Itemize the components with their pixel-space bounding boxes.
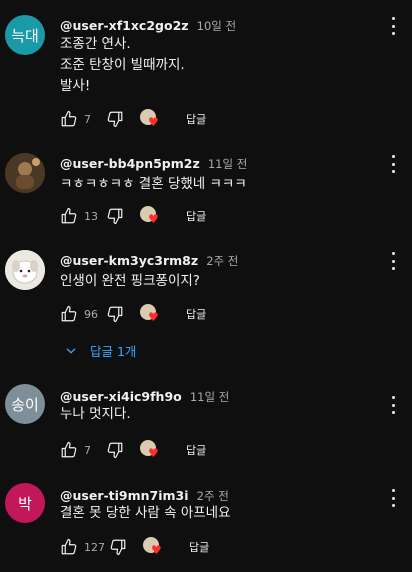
comment-text: 인생이 완전 핑크퐁이지? bbox=[60, 273, 200, 289]
creator-heart-icon: ♥ bbox=[140, 303, 164, 325]
reply-button[interactable]: 답글 bbox=[186, 306, 206, 322]
dislike-icon[interactable] bbox=[104, 205, 126, 227]
creator-heart-icon: ♥ bbox=[143, 536, 167, 558]
reply-button[interactable]: 답글 bbox=[186, 208, 206, 224]
more-actions-icon[interactable] bbox=[386, 489, 400, 507]
dislike-icon[interactable] bbox=[107, 536, 129, 558]
comment-author[interactable]: @user-xf1xc2go2z bbox=[60, 18, 189, 33]
dislike-icon[interactable] bbox=[104, 108, 126, 130]
comment-time[interactable]: 11일 전 bbox=[190, 390, 229, 404]
creator-heart-icon: ♥ bbox=[140, 205, 164, 227]
avatar[interactable]: 박 bbox=[5, 483, 45, 523]
avatar[interactable]: 늑대 bbox=[5, 15, 45, 55]
avatar-image bbox=[5, 153, 45, 193]
more-actions-icon[interactable] bbox=[386, 252, 400, 270]
like-count: 7 bbox=[84, 112, 91, 126]
comment-text: 누나 멋지다. bbox=[60, 406, 131, 422]
comment-author[interactable]: @user-xi4ic9fh9o bbox=[60, 389, 182, 404]
like-icon[interactable] bbox=[58, 536, 80, 558]
comment-time[interactable]: 2주 전 bbox=[197, 489, 229, 503]
comment-text: ㅋㅎㅋㅎㅋㅎ 결혼 당했네 ㅋㅋㅋ bbox=[60, 176, 247, 192]
avatar[interactable]: 송이 bbox=[5, 384, 45, 424]
comment-author[interactable]: @user-bb4pn5pm2z bbox=[60, 156, 200, 171]
creator-heart-icon: ♥ bbox=[140, 108, 164, 130]
avatar[interactable] bbox=[5, 250, 45, 290]
like-icon[interactable] bbox=[58, 205, 80, 227]
comment-text: 결혼 못 당한 사람 속 아프네요 bbox=[60, 505, 231, 521]
more-actions-icon[interactable] bbox=[386, 17, 400, 35]
avatar-image bbox=[5, 250, 45, 290]
creator-heart-icon: ♥ bbox=[140, 439, 164, 461]
chevron-down-icon bbox=[66, 347, 76, 354]
like-count: 96 bbox=[84, 307, 98, 321]
comment-time[interactable]: 11일 전 bbox=[208, 157, 247, 171]
view-replies-button[interactable]: 답글 1개 bbox=[64, 341, 136, 360]
reply-button[interactable]: 답글 bbox=[189, 539, 209, 555]
reply-button[interactable]: 답글 bbox=[186, 111, 206, 127]
like-icon[interactable] bbox=[58, 303, 80, 325]
comment-author[interactable]: @user-ti9mn7im3i bbox=[60, 488, 189, 503]
reply-button[interactable]: 답글 bbox=[186, 442, 206, 458]
avatar-initials: 박 bbox=[18, 494, 32, 513]
view-replies-label: 답글 1개 bbox=[90, 344, 137, 359]
like-icon[interactable] bbox=[58, 439, 80, 461]
more-actions-icon[interactable] bbox=[386, 155, 400, 173]
like-count: 127 bbox=[84, 540, 105, 554]
comment-time[interactable]: 2주 전 bbox=[206, 254, 238, 268]
comment-author[interactable]: @user-km3yc3rm8z bbox=[60, 253, 198, 268]
comment-time[interactable]: 10일 전 bbox=[197, 19, 236, 33]
avatar-initials: 늑대 bbox=[11, 26, 39, 45]
comment-text: 조종간 연사. 조준 탄창이 빌때까지. 발사! bbox=[60, 36, 185, 94]
avatar-initials: 송이 bbox=[11, 395, 39, 414]
more-actions-icon[interactable] bbox=[386, 396, 400, 414]
like-count: 7 bbox=[84, 443, 91, 457]
dislike-icon[interactable] bbox=[104, 303, 126, 325]
like-icon[interactable] bbox=[58, 108, 80, 130]
dislike-icon[interactable] bbox=[104, 439, 126, 461]
avatar[interactable] bbox=[5, 153, 45, 193]
like-count: 13 bbox=[84, 209, 98, 223]
